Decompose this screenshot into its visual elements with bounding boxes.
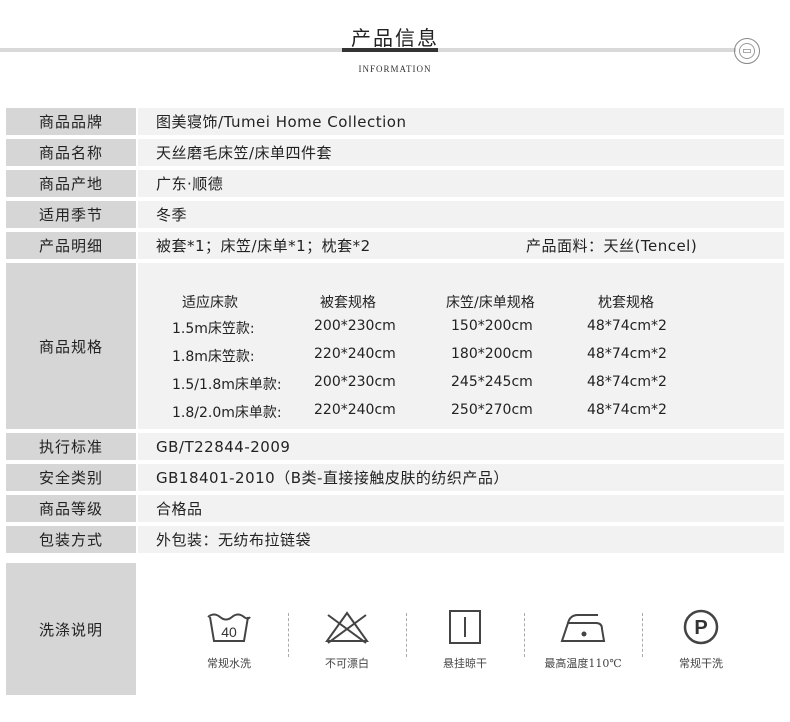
spec-cell: 48*74cm*2 bbox=[587, 402, 667, 418]
detail-fabric: 产品面料：天丝(Tencel) bbox=[526, 237, 698, 255]
care-caption: 不可漂白 bbox=[325, 657, 369, 670]
dry-clean-letter: P bbox=[694, 617, 707, 639]
info-row-brand: 商品品牌 图美寝饰/Tumei Home Collection bbox=[6, 108, 784, 135]
row-label: 执行标准 bbox=[6, 433, 136, 460]
row-value: 合格品 bbox=[138, 495, 784, 522]
row-value: 冬季 bbox=[138, 201, 784, 228]
spec-header: 床笠/床单规格 bbox=[446, 295, 535, 311]
spec-cell: 245*245cm bbox=[451, 374, 533, 390]
spec-label: 商品规格 bbox=[6, 263, 136, 429]
row-value: 广东·顺德 bbox=[138, 170, 784, 197]
info-row-standard: 执行标准 GB/T22844-2009 bbox=[6, 433, 784, 460]
spec-cell: 1.8m床笠款: bbox=[172, 349, 255, 365]
spec-header: 被套规格 bbox=[320, 295, 376, 311]
spec-cell: 200*230cm bbox=[314, 318, 396, 334]
wash-temp: 40 bbox=[221, 624, 237, 640]
spec-cell: 48*74cm*2 bbox=[587, 346, 667, 362]
spec-header: 枕套规格 bbox=[598, 295, 654, 311]
page-title: 产品信息 bbox=[351, 26, 439, 50]
row-value: 天丝磨毛床笠/床单四件套 bbox=[138, 139, 784, 166]
care-caption: 常规干洗 bbox=[679, 657, 723, 670]
seal-icon bbox=[734, 38, 760, 64]
spec-cell: 200*230cm bbox=[314, 374, 396, 390]
spec-section: 商品规格 适应床款 被套规格 床笠/床单规格 枕套规格 1.5m床笠款: 200… bbox=[6, 263, 784, 429]
row-value: GB/T22844-2009 bbox=[138, 433, 784, 460]
row-label: 适用季节 bbox=[6, 201, 136, 228]
care-item-bleach: 不可漂白 bbox=[288, 563, 406, 695]
spec-cell: 220*240cm bbox=[314, 346, 396, 362]
row-label: 商品名称 bbox=[6, 139, 136, 166]
row-label: 安全类别 bbox=[6, 464, 136, 491]
care-section: 洗涤说明 40 常规水洗 不可漂白 悬挂晾干 最高温度110℃ P 常规干洗 bbox=[6, 563, 784, 695]
info-row-detail: 产品明细 被套*1；床笠/床单*1；枕套*2 产品面料：天丝(Tencel) bbox=[6, 232, 784, 259]
row-label: 商品产地 bbox=[6, 170, 136, 197]
spec-cell: 180*200cm bbox=[451, 346, 533, 362]
detail-contents: 被套*1；床笠/床单*1；枕套*2 bbox=[156, 237, 371, 255]
care-item-dryclean: P 常规干洗 bbox=[642, 563, 760, 695]
row-label: 包装方式 bbox=[6, 526, 136, 553]
row-value: GB18401-2010（B类-直接接触皮肤的纺织产品） bbox=[138, 464, 784, 491]
row-value: 外包装：无纺布拉链袋 bbox=[138, 526, 784, 553]
iron-icon bbox=[560, 614, 606, 642]
care-item-wash: 40 常规水洗 bbox=[170, 563, 288, 695]
row-label: 商品等级 bbox=[6, 495, 136, 522]
spec-cell: 48*74cm*2 bbox=[587, 318, 667, 334]
spec-cell: 150*200cm bbox=[451, 318, 533, 334]
spec-table: 适应床款 被套规格 床笠/床单规格 枕套规格 1.5m床笠款: 200*230c… bbox=[138, 263, 784, 429]
header-divider-accent bbox=[342, 48, 438, 52]
info-row-season: 适用季节 冬季 bbox=[6, 201, 784, 228]
dry-clean-p-icon: P bbox=[683, 609, 719, 645]
info-row-origin: 商品产地 广东·顺德 bbox=[6, 170, 784, 197]
row-value: 被套*1；床笠/床单*1；枕套*2 产品面料：天丝(Tencel) bbox=[138, 232, 784, 259]
care-caption: 常规水洗 bbox=[207, 657, 251, 670]
spec-header: 适应床款 bbox=[182, 295, 238, 311]
spec-cell: 48*74cm*2 bbox=[587, 374, 667, 390]
care-item-iron: 最高温度110℃ bbox=[524, 563, 642, 695]
no-bleach-icon bbox=[325, 611, 369, 644]
spec-cell: 250*270cm bbox=[451, 402, 533, 418]
row-value: 图美寝饰/Tumei Home Collection bbox=[138, 108, 784, 135]
spec-cell: 1.5m床笠款: bbox=[172, 321, 255, 337]
wash-40-icon: 40 bbox=[207, 613, 251, 642]
spec-cell: 1.8/2.0m床单款: bbox=[172, 405, 282, 421]
care-caption: 最高温度110℃ bbox=[544, 657, 622, 670]
info-row-safety: 安全类别 GB18401-2010（B类-直接接触皮肤的纺织产品） bbox=[6, 464, 784, 491]
row-label: 商品品牌 bbox=[6, 108, 136, 135]
page-subtitle: INFORMATION bbox=[358, 64, 432, 74]
info-row-grade: 商品等级 合格品 bbox=[6, 495, 784, 522]
row-label: 产品明细 bbox=[6, 232, 136, 259]
care-icons: 40 常规水洗 不可漂白 悬挂晾干 最高温度110℃ P 常规干洗 bbox=[138, 563, 784, 695]
info-row-name: 商品名称 天丝磨毛床笠/床单四件套 bbox=[6, 139, 784, 166]
care-item-hang: 悬挂晾干 bbox=[406, 563, 524, 695]
spec-cell: 220*240cm bbox=[314, 402, 396, 418]
care-label: 洗涤说明 bbox=[6, 563, 136, 695]
spec-cell: 1.5/1.8m床单款: bbox=[172, 377, 282, 393]
care-caption: 悬挂晾干 bbox=[443, 657, 487, 670]
info-row-packaging: 包装方式 外包装：无纺布拉链袋 bbox=[6, 526, 784, 553]
hang-dry-icon bbox=[449, 610, 481, 644]
